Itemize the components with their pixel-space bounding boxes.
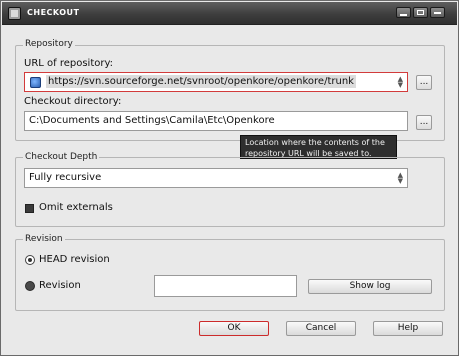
ok-button[interactable]: OK [199,321,269,336]
url-protocol-icon [30,77,41,88]
url-value: https://svn.sourceforge.net/svnroot/open… [46,75,356,88]
checkout-depth-value: Fully recursive [29,172,102,183]
url-browse-button[interactable]: ... [416,75,432,90]
checkout-directory-input[interactable]: C:\Documents and Settings\Camila\Etc\Ope… [24,111,408,131]
window-menu-icon[interactable] [8,7,21,20]
minimize-button[interactable] [396,7,411,18]
revision-input[interactable] [154,275,297,297]
revision-label[interactable]: Revision [39,280,81,291]
directory-browse-button[interactable]: ... [416,115,432,130]
help-button[interactable]: Help [373,321,443,336]
maximize-button[interactable] [413,7,428,18]
revision-radio[interactable] [25,281,35,291]
url-dropdown-arrows-icon[interactable]: ▲ ▼ [398,76,403,89]
omit-externals-label[interactable]: Omit externals [39,202,113,213]
depth-dropdown-arrows-icon[interactable]: ▲ ▼ [398,172,403,185]
checkout-directory-label: Checkout directory: [24,96,122,107]
checkout-dialog: CHECKOUT Repository URL of repository: h… [0,0,459,356]
repository-legend: Repository [23,39,75,49]
checkout-directory-value: C:\Documents and Settings\Camila\Etc\Ope… [29,115,275,126]
revision-legend: Revision [23,234,65,244]
url-combobox[interactable]: https://svn.sourceforge.net/svnroot/open… [24,72,408,92]
head-revision-label[interactable]: HEAD revision [39,254,110,265]
show-log-button[interactable]: Show log [308,279,432,294]
checkout-depth-select[interactable]: Fully recursive ▲ ▼ [24,168,408,188]
omit-externals-checkbox[interactable] [25,204,34,213]
head-revision-radio[interactable] [25,255,35,265]
title-bar[interactable]: CHECKOUT [2,2,457,25]
close-button[interactable] [430,7,445,18]
window-title: CHECKOUT [27,8,80,17]
url-label: URL of repository: [24,58,114,69]
directory-tooltip: Location where the contents of the repos… [240,135,397,159]
checkout-depth-legend: Checkout Depth [23,152,100,162]
tooltip-line-1: Location where the contents of the [245,138,385,147]
cancel-button[interactable]: Cancel [286,321,356,336]
